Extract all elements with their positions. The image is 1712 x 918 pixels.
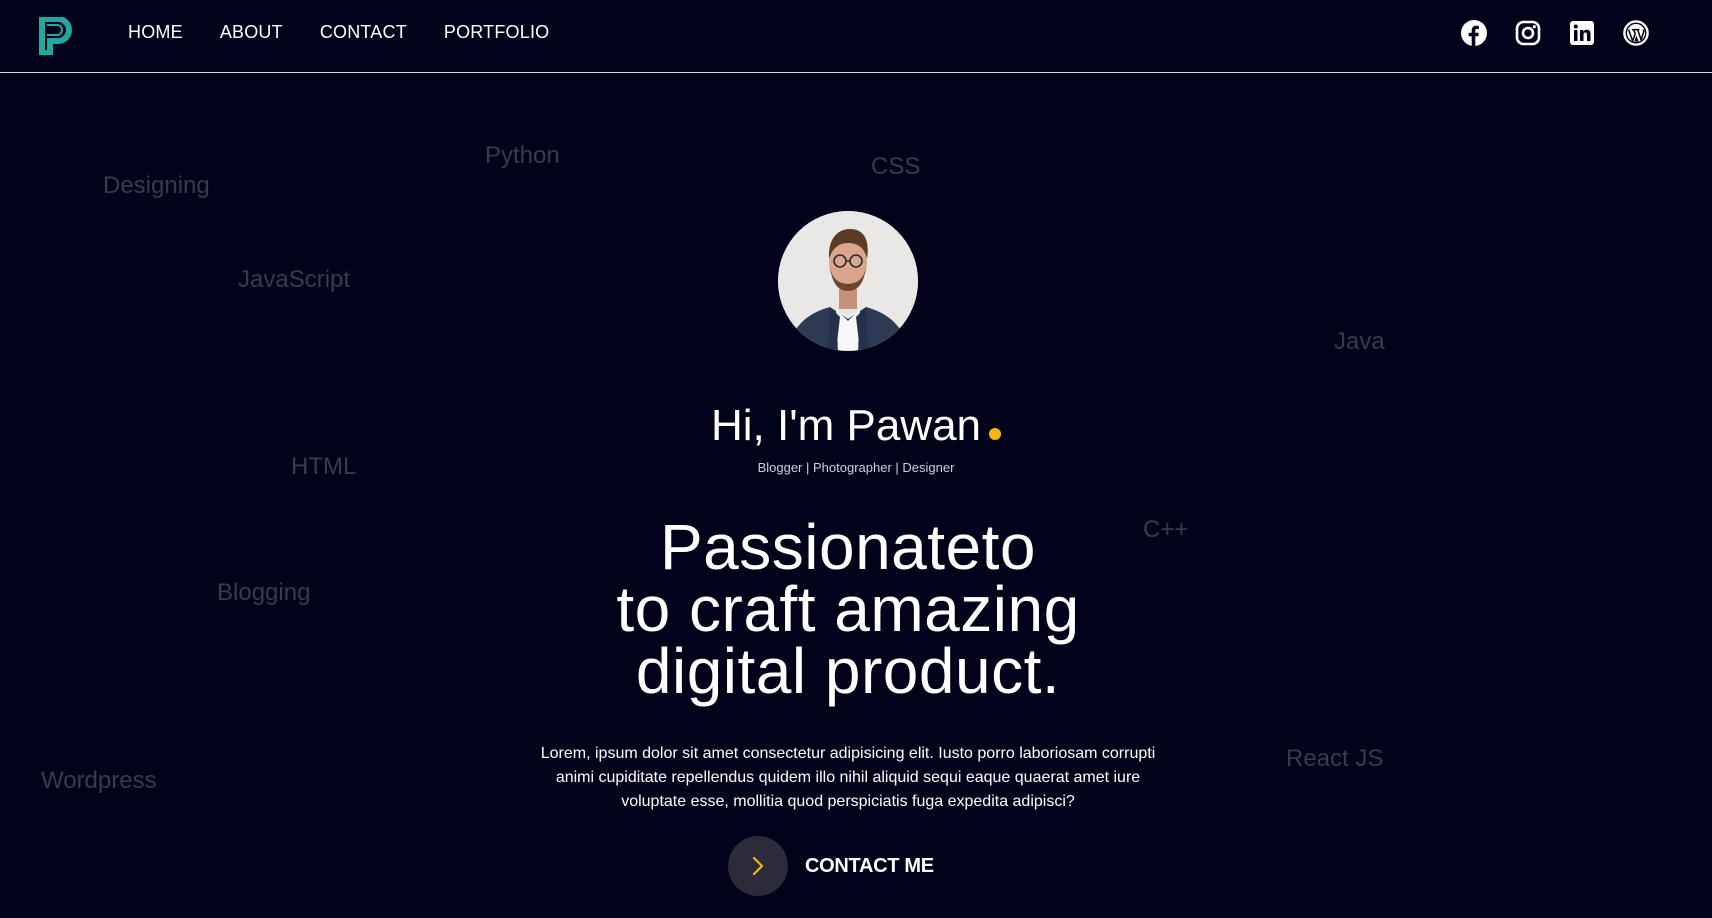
instagram-icon[interactable] [1515,20,1541,46]
skill-designing: Designing [103,172,210,199]
person-portrait-icon [778,211,918,351]
top-navbar: HOME ABOUT CONTACT PORTFOLIO [0,0,1712,73]
skill-css: CSS [871,153,921,180]
hero-greeting: Hi, I'm Pawan [0,398,1712,454]
skill-java: Java [1334,328,1385,355]
social-links [1461,20,1649,46]
hero-headline: Passionateto to craft amazing digital pr… [556,511,1140,707]
nav-home-link[interactable]: HOME [128,20,183,44]
greeting-text: Hi, I'm Pawan [710,401,982,450]
hero-description: Lorem, ipsum dolor sit amet consectetur … [540,745,1156,810]
main-nav: HOME ABOUT CONTACT PORTFOLIO [128,20,586,44]
skill-blogging: Blogging [217,579,311,606]
nav-about-link[interactable]: ABOUT [220,20,283,44]
skill-react-js: React JS [1286,745,1384,772]
contact-me-label[interactable]: CONTACT ME [805,855,934,878]
accent-dot [989,428,1002,440]
linkedin-icon[interactable] [1569,20,1595,46]
chevron-right-icon [752,856,764,876]
nav-portfolio-link[interactable]: PORTFOLIO [444,20,550,44]
wordpress-icon[interactable] [1623,20,1649,46]
skill-javascript: JavaScript [238,266,351,293]
cta-circle[interactable] [728,836,788,896]
profile-avatar [778,211,918,351]
facebook-icon[interactable] [1461,20,1487,46]
headline-line-3: digital product. [635,635,1061,707]
skill-python: Python [485,142,560,169]
skill-wordpress: Wordpress [41,767,157,794]
headline-line-1: Passionateto [659,511,1037,583]
contact-me-button[interactable]: CONTACT ME [728,836,934,896]
skill-cpp: C++ [1143,516,1189,543]
headline-line-2: to craft amazing [616,573,1080,645]
hero-subtitle: Blogger | Photographer | Designer [757,460,955,475]
nav-contact-link[interactable]: CONTACT [320,20,407,44]
logo-icon[interactable] [38,17,72,55]
